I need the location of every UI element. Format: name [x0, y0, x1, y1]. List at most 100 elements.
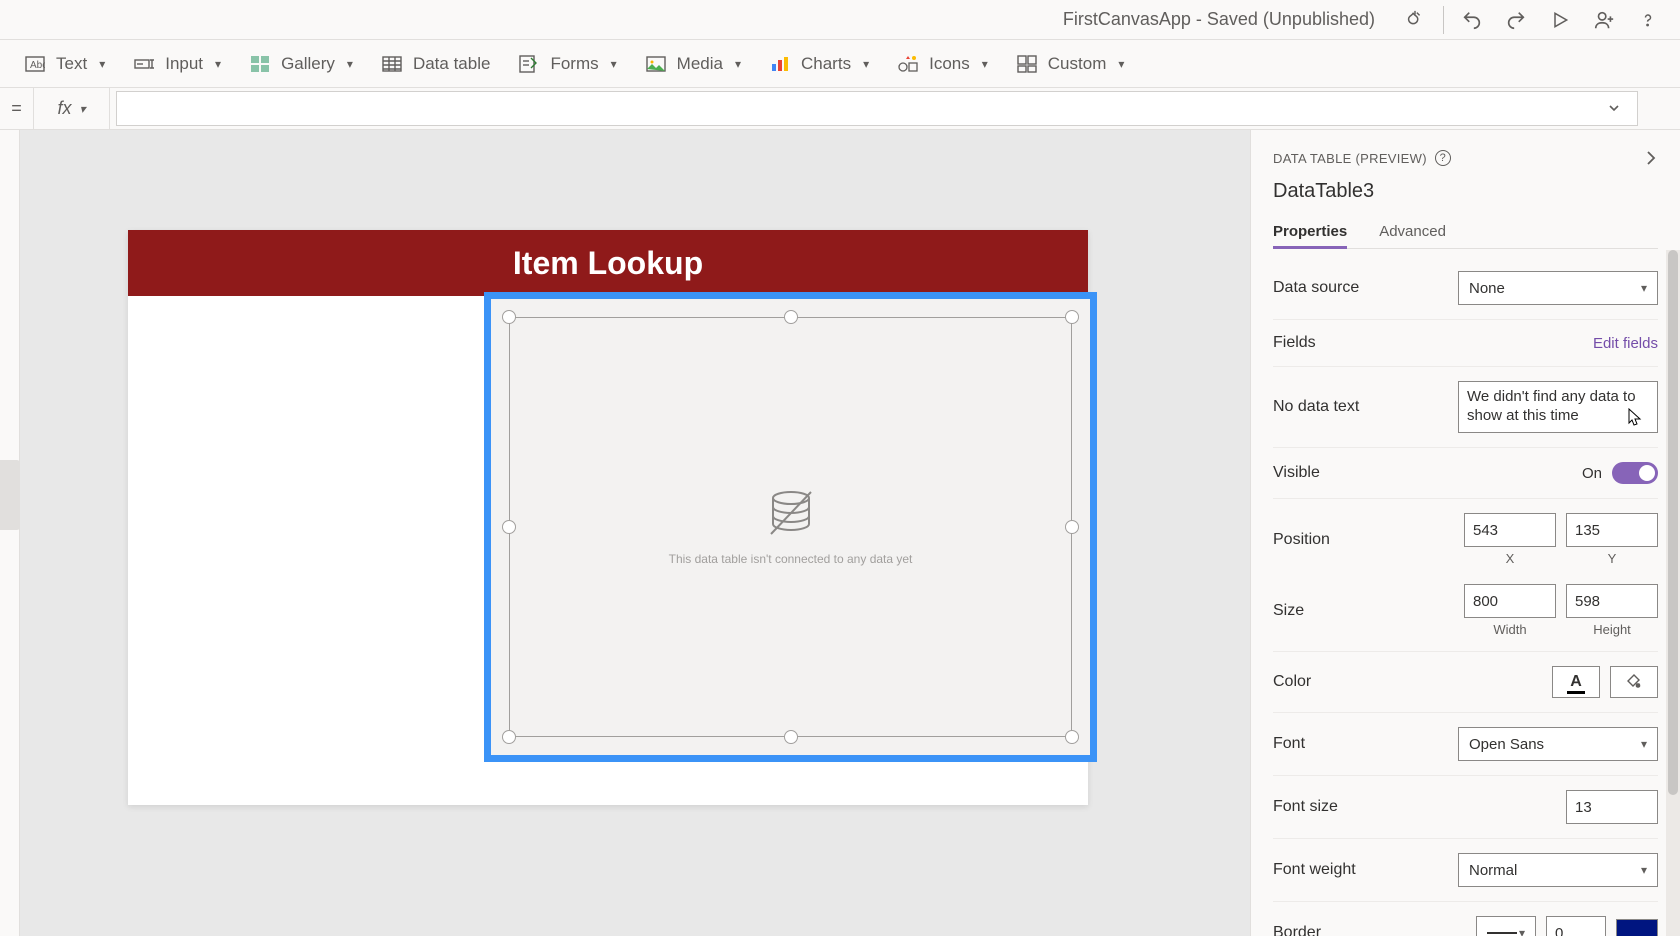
size-width-input[interactable] — [1464, 584, 1556, 618]
font-value: Open Sans — [1469, 736, 1544, 753]
font-weight-dropdown[interactable]: Normal ▾ — [1458, 853, 1658, 887]
empty-state-text: This data table isn't connected to any d… — [669, 552, 913, 566]
label-color: Color — [1273, 673, 1403, 691]
app-title: FirstCanvasApp - Saved (Unpublished) — [1063, 9, 1375, 30]
ribbon-text-label: Text — [56, 54, 87, 74]
ribbon-custom[interactable]: Custom ▾ — [1016, 53, 1125, 75]
forms-icon — [518, 53, 540, 75]
chevron-down-icon: ▾ — [1118, 57, 1124, 71]
health-icon[interactable] — [1393, 0, 1437, 40]
label-font-weight: Font weight — [1273, 861, 1403, 879]
redo-icon[interactable] — [1494, 0, 1538, 40]
fill-color-button[interactable] — [1610, 666, 1658, 698]
scrollbar-thumb[interactable] — [1668, 250, 1678, 795]
share-icon[interactable] — [1582, 0, 1626, 40]
sublabel-width: Width — [1493, 622, 1526, 637]
screen[interactable]: Item Lookup This data table isn't connec… — [128, 230, 1088, 805]
size-height-input[interactable] — [1566, 584, 1658, 618]
properties-panel: DATA TABLE (PREVIEW) ? DataTable3 Proper… — [1250, 130, 1680, 936]
data-source-dropdown[interactable]: None ▾ — [1458, 271, 1658, 305]
font-weight-value: Normal — [1469, 862, 1517, 879]
chevron-down-icon: ▾ — [79, 102, 85, 116]
play-icon[interactable] — [1538, 0, 1582, 40]
border-style-dropdown[interactable]: ▾ — [1476, 916, 1536, 936]
custom-icon — [1016, 53, 1038, 75]
formula-fx-dropdown[interactable]: fx ▾ — [34, 88, 110, 129]
chevron-down-icon: ▾ — [1641, 863, 1647, 877]
canvas-workspace: Item Lookup This data table isn't connec… — [0, 130, 1250, 936]
svg-text:Abc: Abc — [30, 60, 45, 71]
font-color-button[interactable]: A — [1552, 666, 1600, 698]
font-size-input[interactable] — [1566, 790, 1658, 824]
input-icon — [133, 53, 155, 75]
resize-handle-br[interactable] — [1065, 730, 1079, 744]
resize-handle-tl[interactable] — [502, 310, 516, 324]
titlebar-divider — [1443, 6, 1444, 34]
screen-header-label: Item Lookup — [128, 230, 1088, 296]
visible-toggle[interactable] — [1612, 462, 1658, 484]
chevron-down-icon: ▾ — [347, 57, 353, 71]
ribbon-custom-label: Custom — [1048, 54, 1107, 74]
edit-fields-link[interactable]: Edit fields — [1593, 335, 1658, 352]
title-bar: FirstCanvasApp - Saved (Unpublished) — [0, 0, 1680, 40]
control-type-text: DATA TABLE (PREVIEW) — [1273, 151, 1427, 166]
position-x-input[interactable] — [1464, 513, 1556, 547]
formula-input[interactable] — [116, 91, 1638, 126]
data-table-empty-state: This data table isn't connected to any d… — [509, 317, 1072, 737]
label-visible: Visible — [1273, 464, 1403, 482]
ribbon-data-table[interactable]: Data table — [381, 53, 491, 75]
no-data-text-input[interactable]: We didn't find any data to show at this … — [1458, 381, 1658, 433]
left-rail-tab[interactable] — [0, 460, 20, 530]
label-fields: Fields — [1273, 334, 1403, 352]
control-type-label: DATA TABLE (PREVIEW) ? — [1273, 150, 1451, 166]
panel-scrollbar[interactable] — [1666, 250, 1680, 936]
ribbon-input[interactable]: Input ▾ — [133, 53, 221, 75]
tab-properties[interactable]: Properties — [1273, 217, 1347, 249]
ribbon-forms-label: Forms — [550, 54, 598, 74]
undo-icon[interactable] — [1450, 0, 1494, 40]
resize-handle-bl[interactable] — [502, 730, 516, 744]
chevron-down-icon: ▾ — [982, 57, 988, 71]
chevron-down-icon: ▾ — [215, 57, 221, 71]
sublabel-height: Height — [1593, 622, 1631, 637]
border-width-input[interactable] — [1546, 916, 1606, 936]
ribbon-icons[interactable]: Icons ▾ — [897, 53, 988, 75]
selected-data-table[interactable]: This data table isn't connected to any d… — [484, 292, 1097, 762]
chevron-down-icon: ▾ — [611, 57, 617, 71]
left-rail — [0, 130, 20, 936]
ribbon-icons-label: Icons — [929, 54, 970, 74]
visible-state: On — [1582, 465, 1602, 482]
chevron-down-icon: ▾ — [99, 57, 105, 71]
ribbon-forms[interactable]: Forms ▾ — [518, 53, 616, 75]
chevron-down-icon: ▾ — [1641, 737, 1647, 751]
position-y-input[interactable] — [1566, 513, 1658, 547]
formula-expand-icon[interactable] — [1602, 96, 1626, 120]
formula-bar: = fx ▾ — [0, 88, 1680, 130]
chevron-down-icon: ▾ — [1519, 926, 1525, 936]
ribbon-media[interactable]: Media ▾ — [645, 53, 741, 75]
ribbon-media-label: Media — [677, 54, 723, 74]
resize-handle-mr[interactable] — [1065, 520, 1079, 534]
ribbon-gallery[interactable]: Gallery ▾ — [249, 53, 353, 75]
tab-advanced[interactable]: Advanced — [1379, 217, 1446, 248]
media-icon — [645, 53, 667, 75]
resize-handle-bc[interactable] — [784, 730, 798, 744]
database-empty-icon — [761, 488, 821, 538]
ribbon-text[interactable]: Abc Text ▾ — [24, 53, 105, 75]
resize-handle-ml[interactable] — [502, 520, 516, 534]
border-color-swatch[interactable] — [1616, 919, 1658, 936]
icons-icon — [897, 53, 919, 75]
control-name: DataTable3 — [1273, 180, 1658, 203]
chevron-down-icon: ▾ — [1641, 281, 1647, 295]
text-icon: Abc — [24, 53, 46, 75]
info-icon[interactable]: ? — [1435, 150, 1451, 166]
ribbon-charts[interactable]: Charts ▾ — [769, 53, 869, 75]
chevron-down-icon: ▾ — [735, 57, 741, 71]
panel-collapse-icon[interactable] — [1644, 148, 1658, 168]
label-data-source: Data source — [1273, 279, 1403, 297]
help-icon[interactable] — [1626, 0, 1670, 40]
resize-handle-tr[interactable] — [1065, 310, 1079, 324]
font-dropdown[interactable]: Open Sans ▾ — [1458, 727, 1658, 761]
resize-handle-tc[interactable] — [784, 310, 798, 324]
ribbon-input-label: Input — [165, 54, 203, 74]
